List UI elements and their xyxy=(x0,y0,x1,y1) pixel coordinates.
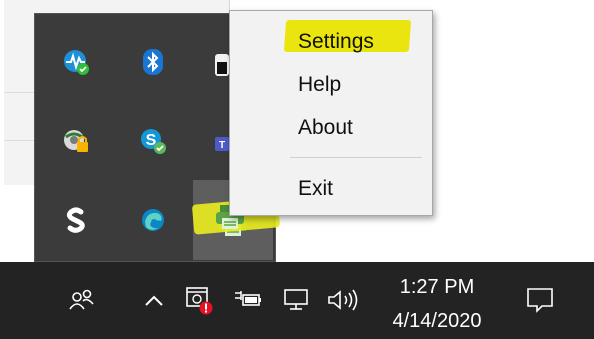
action-center-icon[interactable] xyxy=(520,280,560,320)
menu-item-label: About xyxy=(298,116,353,139)
edge-beta-icon[interactable] xyxy=(133,200,173,240)
menu-item-label: Exit xyxy=(298,177,334,200)
clock-time: 1:27 PM xyxy=(399,276,475,298)
security-alert-icon[interactable] xyxy=(181,280,217,320)
menu-item-about[interactable]: About xyxy=(230,110,432,146)
people-icon[interactable] xyxy=(64,280,100,320)
s-app-icon[interactable] xyxy=(56,200,96,240)
settings-highlight xyxy=(283,20,412,52)
menu-item-label: Help xyxy=(298,73,342,96)
svg-text:T: T xyxy=(219,140,225,151)
taskbar-clock[interactable]: 1:27 PM 4/14/2020 xyxy=(382,273,492,335)
skype-icon[interactable]: S xyxy=(133,121,173,161)
menu-item-exit[interactable]: Exit xyxy=(230,171,432,207)
network-monitor-icon[interactable] xyxy=(56,42,96,82)
clock-date: 4/14/2020 xyxy=(392,310,482,332)
menu-item-help[interactable]: Help xyxy=(230,67,432,103)
bluetooth-icon[interactable] xyxy=(133,42,173,82)
show-hidden-icons-chevron[interactable] xyxy=(139,284,169,318)
network-icon[interactable] xyxy=(278,282,314,318)
taskbar: 1:27 PM 4/14/2020 xyxy=(0,262,594,339)
volume-icon[interactable] xyxy=(322,282,366,318)
vpn-lock-icon[interactable] xyxy=(56,121,96,161)
menu-separator xyxy=(290,157,422,158)
battery-charging-icon[interactable] xyxy=(230,282,266,318)
